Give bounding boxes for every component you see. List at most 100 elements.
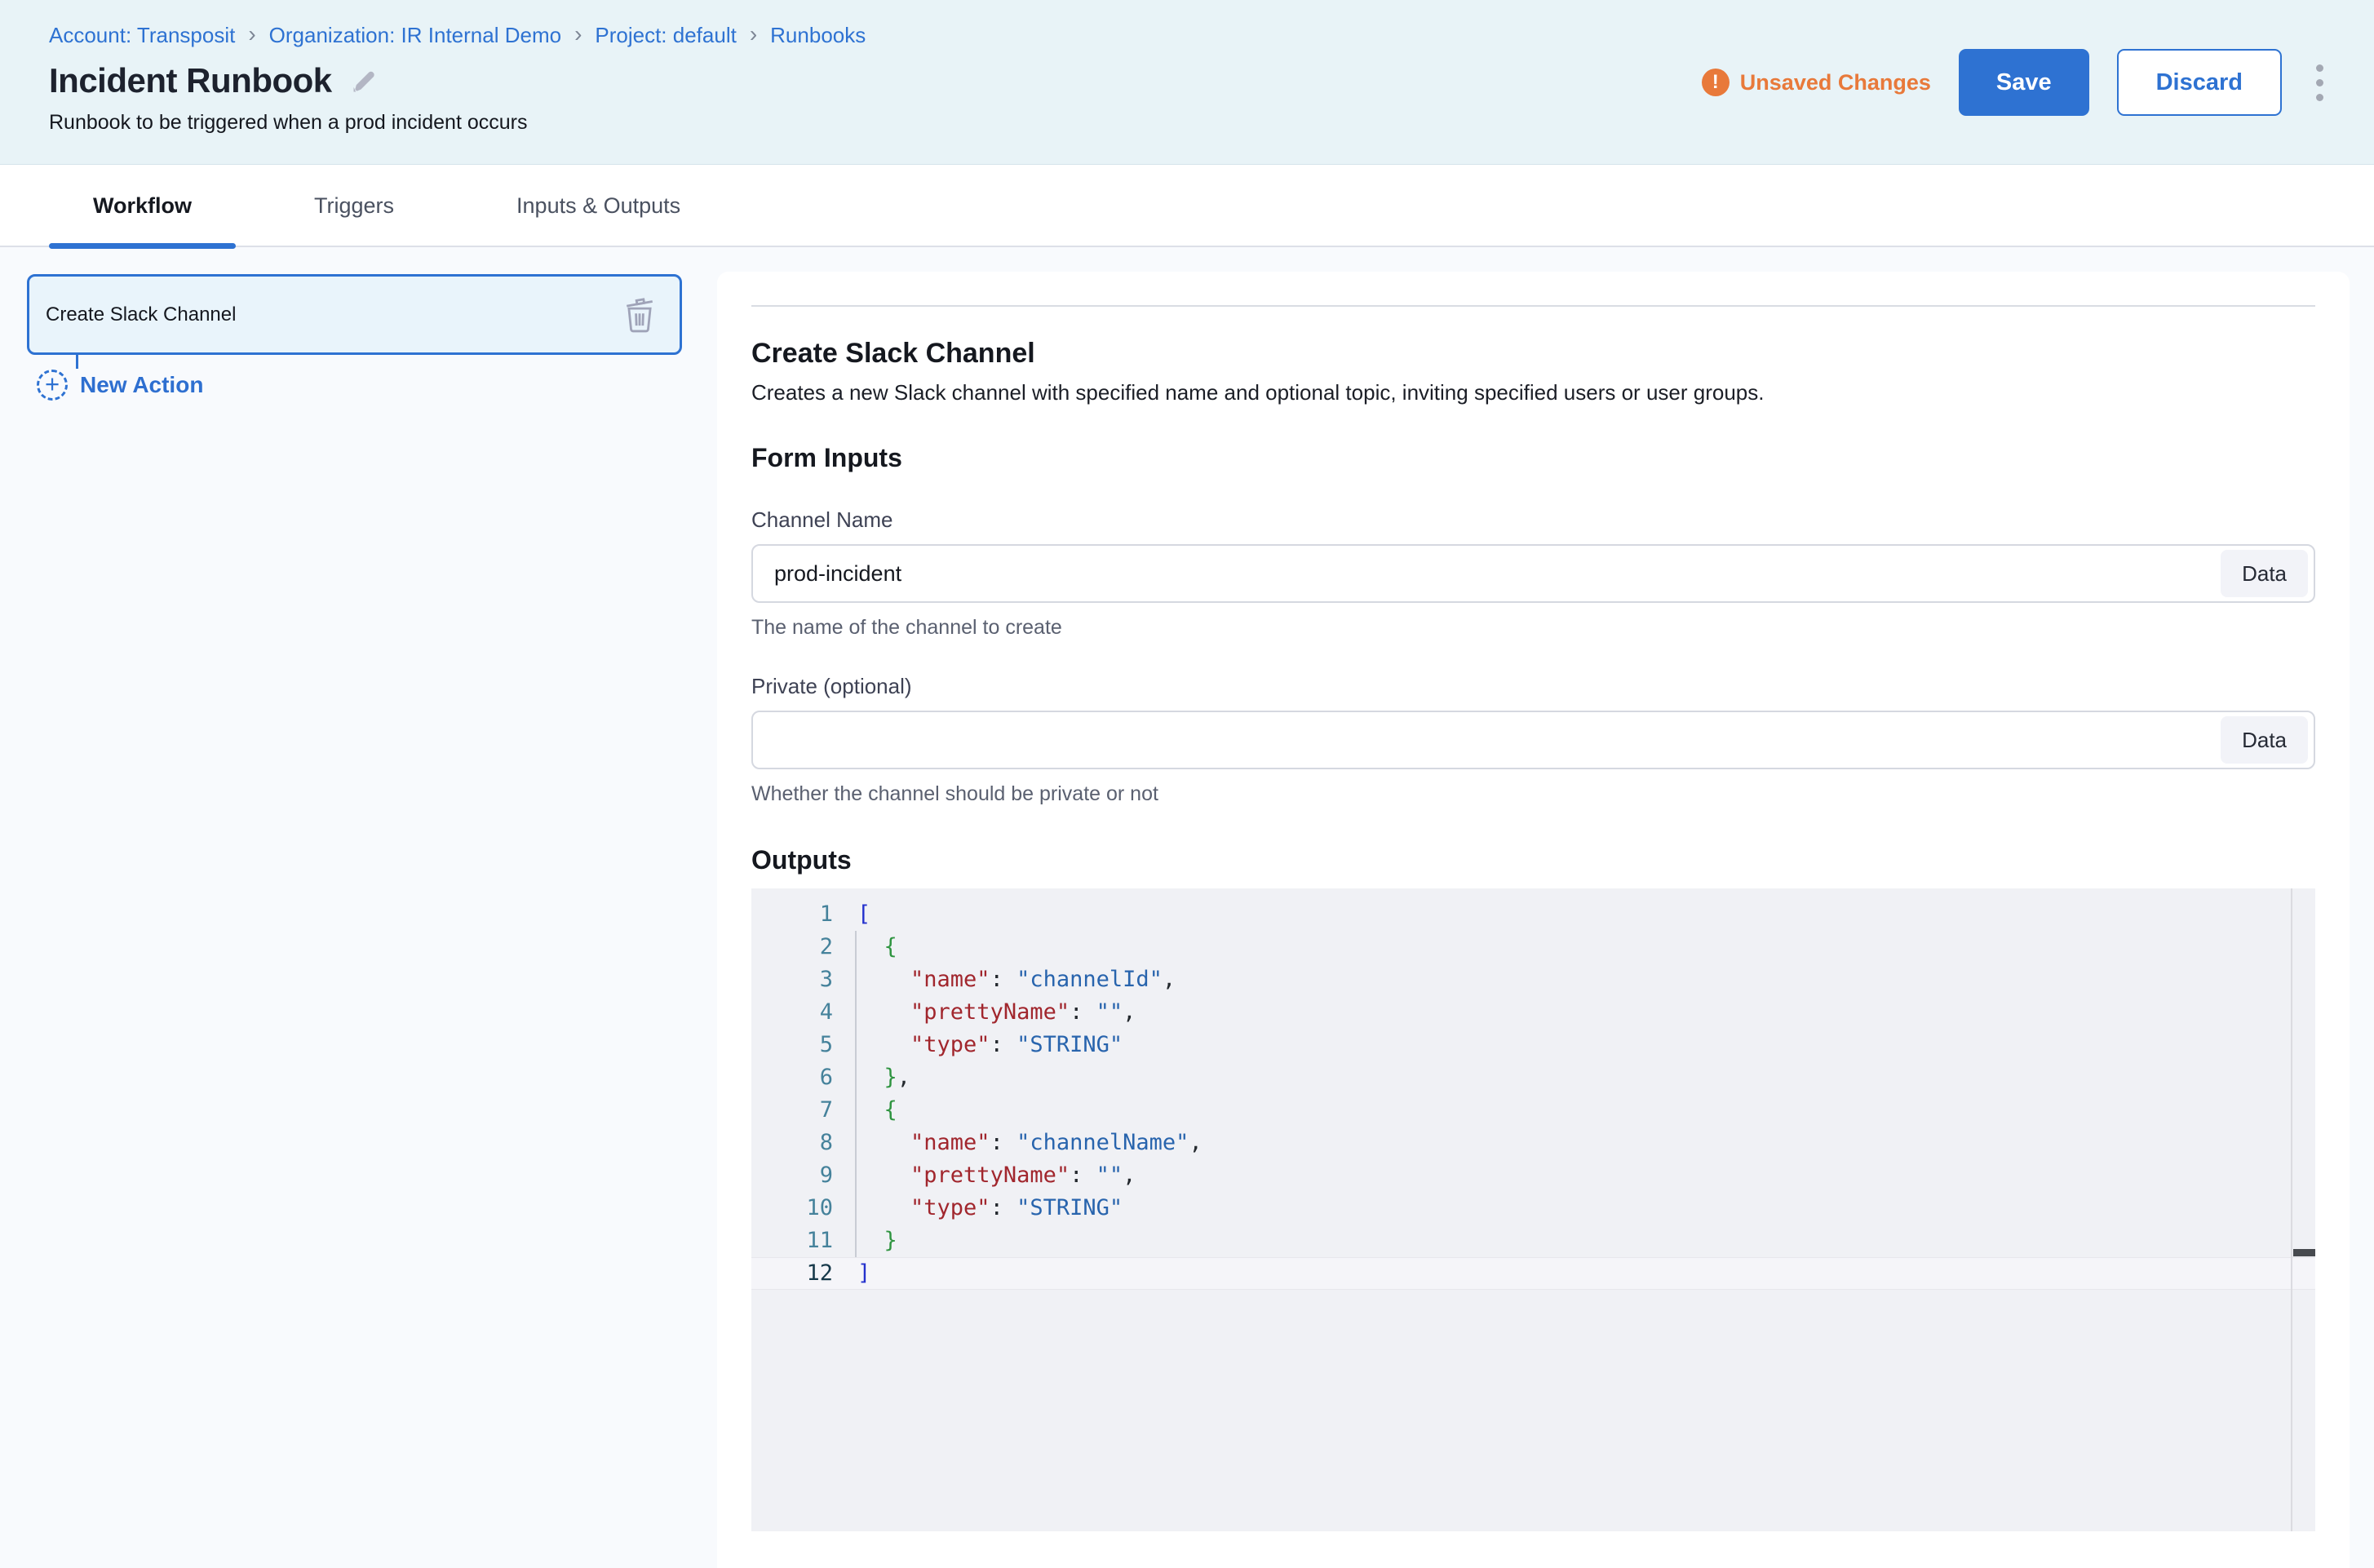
code-line[interactable]: ]: [751, 1257, 2315, 1290]
private-input[interactable]: [753, 712, 2221, 768]
code-whitespace: [1003, 1130, 1016, 1155]
code-line[interactable]: "name": "channelId",: [751, 963, 2315, 996]
code-token-pun: :: [990, 1195, 1003, 1220]
tab-bar: Workflow Triggers Inputs & Outputs: [0, 165, 2374, 247]
code-token-pun: ,: [1123, 999, 1136, 1025]
new-action-label: New Action: [80, 372, 203, 398]
save-button[interactable]: Save: [1959, 49, 2089, 116]
code-token-key: "name": [910, 1130, 990, 1155]
edit-title-button[interactable]: [350, 66, 379, 95]
breadcrumb-runbooks-link[interactable]: Runbooks: [770, 23, 866, 48]
more-options-button[interactable]: [2311, 60, 2328, 106]
code-token-key: "type": [910, 1195, 990, 1220]
alert-circle-icon: !: [1702, 69, 1730, 96]
code-token-obj: }: [884, 1228, 897, 1253]
workflow-panel: Create Slack Channel: [0, 247, 717, 1568]
code-line[interactable]: },: [751, 1061, 2315, 1094]
channel-name-input[interactable]: [753, 546, 2221, 601]
code-whitespace: [1083, 999, 1096, 1025]
outputs-heading: Outputs: [751, 845, 2315, 875]
delete-action-button[interactable]: [622, 295, 657, 334]
plus-circle-icon: +: [37, 370, 68, 401]
code-whitespace: [857, 1163, 910, 1188]
code-token-str: "": [1096, 1163, 1123, 1188]
editor-code: [ { "name": "channelId", "prettyName": "…: [751, 888, 2315, 1290]
code-whitespace: [857, 934, 884, 959]
code-token-pun: :: [990, 1032, 1003, 1057]
action-title: Create Slack Channel: [751, 338, 2315, 370]
code-line[interactable]: {: [751, 1094, 2315, 1127]
code-line[interactable]: "type": "STRING": [751, 1192, 2315, 1225]
private-data-button[interactable]: Data: [2221, 716, 2308, 764]
private-helper: Whether the channel should be private or…: [751, 782, 2315, 806]
tab-triggers[interactable]: Triggers: [270, 165, 438, 247]
code-token-key: "prettyName": [910, 999, 1070, 1025]
editor-scrollbar-thumb[interactable]: [2293, 1249, 2315, 1256]
code-token-pun: ,: [897, 1065, 910, 1090]
channel-name-helper: The name of the channel to create: [751, 616, 2315, 640]
tab-workflow[interactable]: Workflow: [49, 165, 236, 247]
channel-name-label: Channel Name: [751, 507, 2315, 533]
breadcrumb-account-link[interactable]: Account: Transposit: [49, 23, 235, 48]
workflow-connector-line: [76, 355, 78, 369]
channel-name-data-button[interactable]: Data: [2221, 550, 2308, 597]
code-line[interactable]: "type": "STRING": [751, 1029, 2315, 1061]
code-token-pun: :: [990, 967, 1003, 992]
chevron-right-icon: ›: [574, 23, 582, 46]
action-description: Creates a new Slack channel with specifi…: [751, 380, 2315, 405]
code-whitespace: [1003, 1032, 1016, 1057]
chevron-right-icon: ›: [248, 23, 255, 46]
code-token-pun: ,: [1163, 967, 1176, 992]
line-number: 12: [751, 1257, 833, 1290]
channel-name-input-wrap: Data: [751, 544, 2315, 603]
action-card-label: Create Slack Channel: [46, 303, 236, 326]
code-whitespace: [857, 1130, 910, 1155]
new-action-button[interactable]: + New Action: [37, 370, 203, 401]
action-card-create-slack-channel[interactable]: Create Slack Channel: [27, 274, 682, 355]
breadcrumb-project-link[interactable]: Project: default: [595, 23, 736, 48]
line-number: 9: [751, 1159, 833, 1192]
line-number: 1: [751, 898, 833, 931]
code-token-str: "channelId": [1016, 967, 1163, 992]
code-line[interactable]: "prettyName": "",: [751, 1159, 2315, 1192]
chevron-right-icon: ›: [750, 23, 757, 46]
code-whitespace: [857, 1097, 884, 1123]
kebab-menu-icon: [2316, 64, 2323, 101]
code-whitespace: [1003, 967, 1016, 992]
code-whitespace: [857, 1195, 910, 1220]
code-whitespace: [857, 1032, 910, 1057]
code-line[interactable]: }: [751, 1225, 2315, 1257]
code-token-arr: [: [857, 901, 870, 927]
line-number: 8: [751, 1127, 833, 1159]
editor-scrollbar-track: [2291, 888, 2292, 1531]
code-token-pun: :: [1070, 1163, 1083, 1188]
indent-guide-line: [855, 931, 857, 1257]
code-line[interactable]: {: [751, 931, 2315, 963]
code-token-str: "": [1096, 999, 1123, 1025]
code-token-key: "type": [910, 1032, 990, 1057]
code-whitespace: [857, 1228, 884, 1253]
code-line[interactable]: "prettyName": "",: [751, 996, 2315, 1029]
tab-inputs-outputs[interactable]: Inputs & Outputs: [472, 165, 724, 247]
private-input-wrap: Data: [751, 711, 2315, 769]
code-line[interactable]: [: [751, 898, 2315, 931]
line-number: 6: [751, 1061, 833, 1094]
unsaved-changes-label: Unsaved Changes: [1740, 70, 1931, 95]
code-whitespace: [1003, 1195, 1016, 1220]
runbook-editor-page: Account: Transposit › Organization: IR I…: [0, 0, 2374, 1568]
private-label: Private (optional): [751, 674, 2315, 699]
breadcrumb-organization-link[interactable]: Organization: IR Internal Demo: [269, 23, 561, 48]
line-number: 5: [751, 1029, 833, 1061]
action-detail-panel: Create Slack Channel Creates a new Slack…: [717, 272, 2350, 1568]
code-token-str: "STRING": [1016, 1032, 1123, 1057]
code-token-str: "STRING": [1016, 1195, 1123, 1220]
header-actions: ! Unsaved Changes Save Discard: [1702, 49, 2328, 116]
code-whitespace: [857, 999, 910, 1025]
code-line[interactable]: "name": "channelName",: [751, 1127, 2315, 1159]
code-token-pun: ,: [1123, 1163, 1136, 1188]
code-token-pun: :: [990, 1130, 1003, 1155]
discard-button[interactable]: Discard: [2117, 49, 2282, 116]
outputs-code-editor[interactable]: 123456789101112 [ { "name": "channelId",…: [751, 888, 2315, 1531]
code-token-str: "channelName": [1016, 1130, 1189, 1155]
page-header: Account: Transposit › Organization: IR I…: [0, 0, 2374, 165]
